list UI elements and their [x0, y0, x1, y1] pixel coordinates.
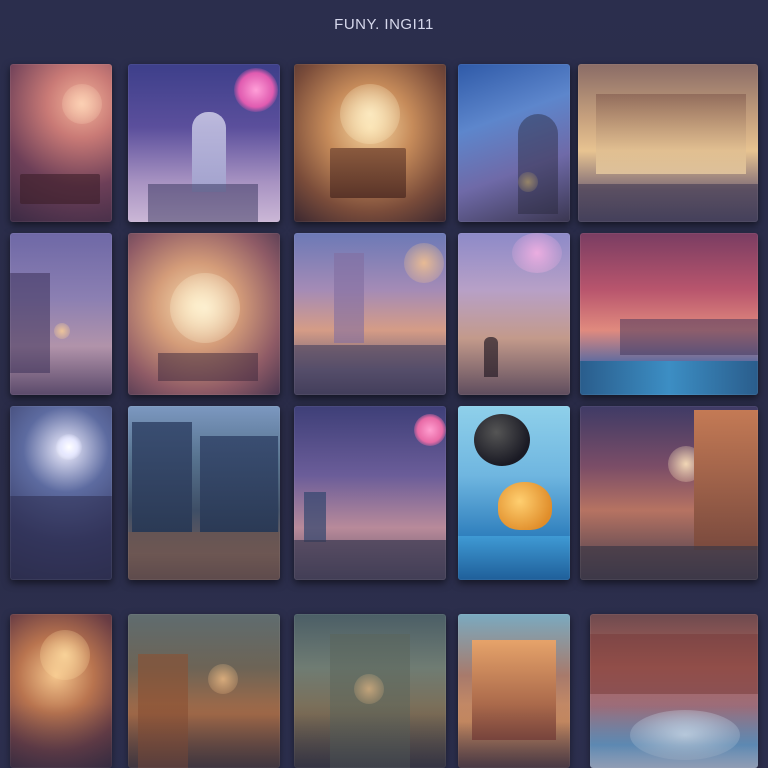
gallery-tile-lit-storefront[interactable] — [578, 64, 758, 222]
gallery-tile-grand-hall[interactable] — [294, 64, 446, 222]
gallery-tile-lantern-alley[interactable] — [10, 614, 112, 768]
gallery-tile-pink-street[interactable] — [580, 406, 758, 580]
gallery-tile-moonlit-street[interactable] — [10, 406, 112, 580]
gallery-page: FUNY. INGI11 — [0, 0, 768, 768]
gallery-tile-festival-street[interactable] — [128, 233, 280, 395]
gallery-tile-tower-blocks[interactable] — [128, 406, 280, 580]
gallery-tile-rainy-street[interactable] — [10, 233, 112, 395]
gallery-tile-dusk-city[interactable] — [294, 406, 446, 580]
gallery-tile-city-plaza[interactable] — [294, 233, 446, 395]
gallery-tile-sunset-harbor[interactable] — [580, 233, 758, 395]
gallery-tile-glowing-river[interactable] — [590, 614, 758, 768]
gallery-tile-balloon-cat[interactable] — [458, 406, 570, 580]
gallery-tile-blue-night-street[interactable] — [458, 64, 570, 222]
gallery-tile-warm-shopfront[interactable] — [458, 614, 570, 768]
gallery-tile-foggy-city[interactable] — [294, 614, 446, 768]
image-grid — [0, 0, 768, 768]
gallery-tile-warm-interior[interactable] — [10, 64, 112, 222]
gallery-tile-misty-building[interactable] — [128, 614, 280, 768]
gallery-tile-city-skyline-figure[interactable] — [458, 233, 570, 395]
gallery-tile-city-night-moon[interactable] — [128, 64, 280, 222]
